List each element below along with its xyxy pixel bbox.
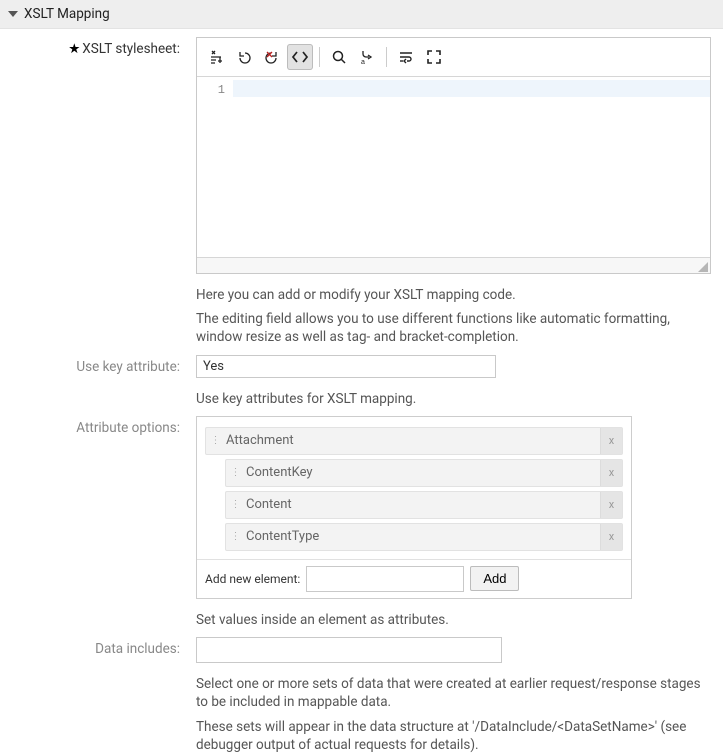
code-editor: a 1	[196, 37, 711, 274]
resize-grip-icon	[698, 262, 708, 272]
attribute-item-label: Content	[244, 497, 600, 512]
use-key-attribute-value: Yes	[203, 359, 224, 374]
code-view-icon[interactable]	[287, 44, 313, 70]
add-button[interactable]: Add	[470, 566, 519, 591]
xslt-stylesheet-label: ★XSLT stylesheet:	[0, 37, 196, 57]
add-element-input[interactable]	[306, 566, 464, 592]
editor-toolbar: a	[197, 38, 710, 77]
section-header[interactable]: XSLT Mapping	[0, 0, 723, 29]
remove-item-button[interactable]: x	[600, 460, 622, 486]
remove-item-button[interactable]: x	[600, 428, 622, 454]
attribute-options-panel: ⋮Attachmentx⋮ContentKeyx⋮Contentx⋮Conten…	[196, 416, 632, 599]
add-element-label: Add new element:	[205, 572, 300, 586]
attribute-item-label: ContentType	[244, 529, 600, 544]
toolbar-separator	[319, 47, 320, 67]
xslt-help-2: The editing field allows you to use diff…	[196, 310, 711, 346]
remove-item-button[interactable]: x	[600, 524, 622, 550]
attribute-item[interactable]: ⋮Attachmentx	[205, 427, 623, 455]
svg-text:a: a	[361, 59, 365, 65]
fullscreen-icon[interactable]	[421, 44, 447, 70]
drag-handle-icon[interactable]: ⋮	[226, 499, 244, 510]
find-replace-icon[interactable]: a	[354, 44, 380, 70]
required-star-icon: ★	[68, 41, 80, 57]
add-element-row: Add new element: Add	[197, 559, 631, 598]
autoformat-icon[interactable]	[203, 44, 229, 70]
undo-icon[interactable]	[231, 44, 257, 70]
chevron-down-icon	[8, 11, 18, 17]
active-line-highlight	[233, 80, 710, 97]
attribute-options-label: Attribute options:	[0, 416, 196, 436]
use-key-attribute-label: Use key attribute:	[0, 355, 196, 375]
search-icon[interactable]	[326, 44, 352, 70]
drag-handle-icon[interactable]: ⋮	[226, 531, 244, 542]
attribute-item-label: ContentKey	[244, 465, 600, 480]
data-includes-label: Data includes:	[0, 637, 196, 657]
toolbar-separator	[386, 47, 387, 67]
attribute-item[interactable]: ⋮ContentKeyx	[225, 459, 623, 487]
section-title: XSLT Mapping	[24, 6, 110, 22]
use-key-help: Use key attributes for XSLT mapping.	[196, 390, 711, 408]
drag-handle-icon[interactable]: ⋮	[226, 467, 244, 478]
attribute-item[interactable]: ⋮Contentx	[225, 491, 623, 519]
editor-gutter: 1	[197, 77, 233, 257]
use-key-attribute-select[interactable]: Yes	[196, 355, 496, 378]
xslt-help-1: Here you can add or modify your XSLT map…	[196, 286, 711, 304]
attribute-options-help: Set values inside an element as attribut…	[196, 611, 711, 629]
line-number: 1	[197, 83, 225, 97]
data-includes-help-1: Select one or more sets of data that wer…	[196, 675, 711, 711]
remove-item-button[interactable]: x	[600, 492, 622, 518]
editor-textarea[interactable]	[233, 77, 710, 257]
redo-cancel-icon[interactable]	[259, 44, 285, 70]
attribute-item-label: Attachment	[224, 433, 600, 448]
data-includes-input[interactable]	[196, 637, 502, 663]
word-wrap-icon[interactable]	[393, 44, 419, 70]
editor-resize-handle[interactable]	[197, 257, 710, 273]
drag-handle-icon[interactable]: ⋮	[206, 435, 224, 446]
attribute-item[interactable]: ⋮ContentTypex	[225, 523, 623, 551]
